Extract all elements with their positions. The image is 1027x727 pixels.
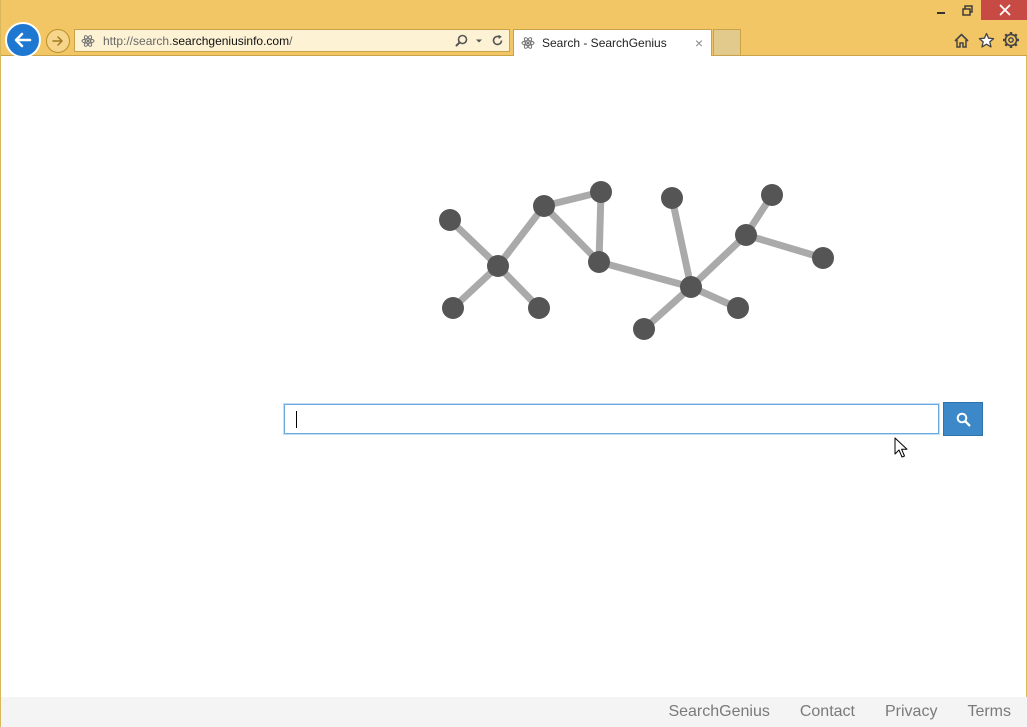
tab-favicon-icon — [519, 34, 537, 52]
toolbar-icons — [947, 30, 1022, 50]
search-button[interactable] — [943, 402, 983, 436]
star-icon[interactable] — [975, 30, 997, 50]
minimize-icon — [936, 12, 945, 14]
home-icon[interactable] — [950, 30, 972, 50]
address-url[interactable]: http://search. searchgeniusinfo.com / — [103, 34, 451, 48]
footer-link-searchgenius[interactable]: SearchGenius — [668, 703, 769, 721]
address-tools — [451, 33, 505, 49]
close-icon[interactable]: × — [691, 35, 707, 51]
search-icon[interactable] — [453, 33, 469, 49]
gear-icon[interactable] — [1000, 30, 1022, 50]
site-favicon-icon — [79, 32, 97, 50]
search-icon — [956, 412, 970, 426]
tab-searchgenius[interactable]: Search - SearchGenius × — [513, 29, 712, 56]
refresh-icon[interactable] — [489, 33, 505, 49]
chevron-down-icon[interactable] — [471, 33, 487, 49]
footer-link-contact[interactable]: Contact — [800, 703, 855, 721]
footer: SearchGenius Contact Privacy Terms — [1, 697, 1027, 727]
mouse-pointer-icon — [894, 437, 908, 458]
address-bar[interactable]: http://search. searchgeniusinfo.com / — [74, 29, 510, 52]
tab-title: Search - SearchGenius — [542, 36, 667, 50]
url-suffix: / — [289, 33, 293, 48]
minimize-button[interactable] — [927, 0, 954, 20]
restore-button[interactable] — [954, 0, 981, 20]
browser-chrome: http://search. searchgeniusinfo.com / Se… — [1, 0, 1027, 58]
back-button[interactable] — [5, 22, 41, 58]
window-controls — [927, 0, 1027, 20]
back-arrow-icon — [14, 32, 32, 48]
forward-button[interactable] — [46, 29, 70, 53]
close-icon — [999, 4, 1010, 16]
footer-link-privacy[interactable]: Privacy — [885, 703, 937, 721]
restore-icon — [962, 4, 973, 16]
url-domain: searchgeniusinfo.com — [172, 33, 290, 48]
url-prefix: http://search. — [103, 33, 173, 48]
footer-link-terms[interactable]: Terms — [967, 703, 1011, 721]
browser-window: http://search. searchgeniusinfo.com / Se… — [0, 0, 1027, 727]
molecule-logo — [439, 181, 834, 340]
new-tab-button[interactable] — [713, 29, 741, 55]
window-close-button[interactable] — [981, 0, 1027, 20]
search-input[interactable] — [284, 404, 939, 434]
text-caret — [296, 411, 297, 428]
forward-arrow-icon — [52, 36, 63, 46]
